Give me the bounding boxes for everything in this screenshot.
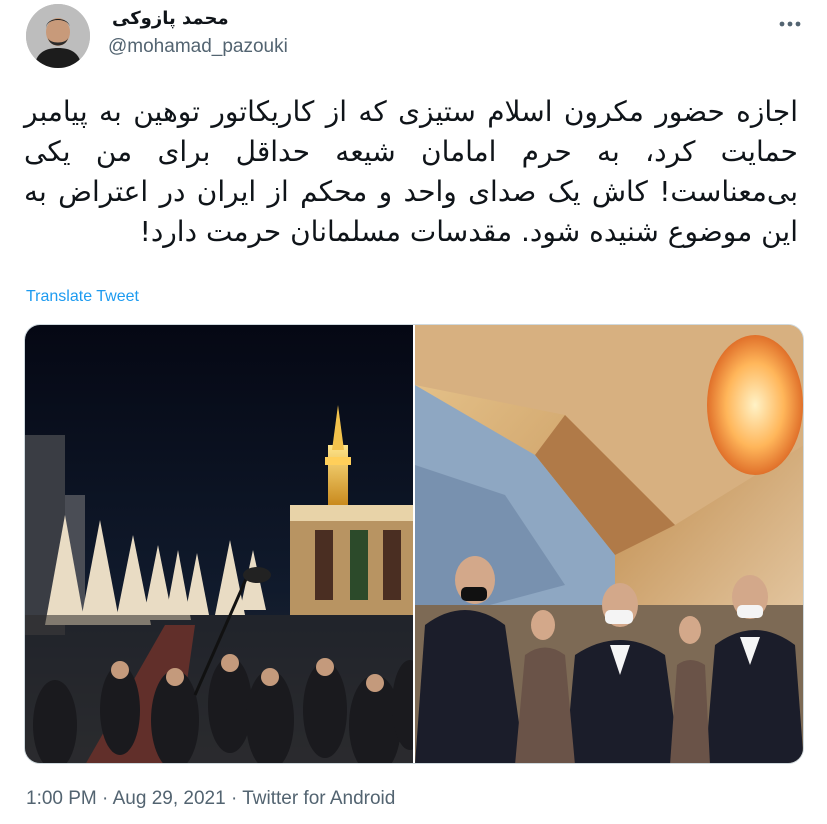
timestamp-separator: · — [230, 788, 238, 809]
tweet-time-link[interactable]: 1:00 PM — [26, 788, 97, 809]
tweet-timestamp-line: 1:00 PM · Aug 29, 2021 · Twitter for And… — [26, 788, 395, 810]
avatar[interactable] — [26, 4, 90, 68]
media-photo-shrine-interior[interactable] — [415, 325, 803, 763]
translate-tweet-link[interactable]: Translate Tweet — [26, 288, 139, 306]
timestamp-separator: · — [102, 788, 109, 809]
tweet-text: اجازه حضور مکرون اسلام ستیزی که از کاریک… — [24, 95, 798, 248]
author-handle[interactable]: @mohamad_pazouki — [108, 36, 288, 58]
media-photo-shrine-exterior[interactable] — [25, 325, 413, 763]
tweet-media — [24, 324, 804, 764]
tweet-date-link[interactable]: Aug 29, 2021 — [113, 788, 226, 809]
more-horizontal-icon — [779, 21, 801, 27]
tweet-source-link[interactable]: Twitter for Android — [242, 788, 395, 809]
shrine-interior-image — [415, 325, 803, 763]
shrine-exterior-image — [25, 325, 413, 763]
more-options-button[interactable] — [772, 6, 808, 42]
author-name[interactable]: محمد پازوکی — [112, 8, 229, 29]
